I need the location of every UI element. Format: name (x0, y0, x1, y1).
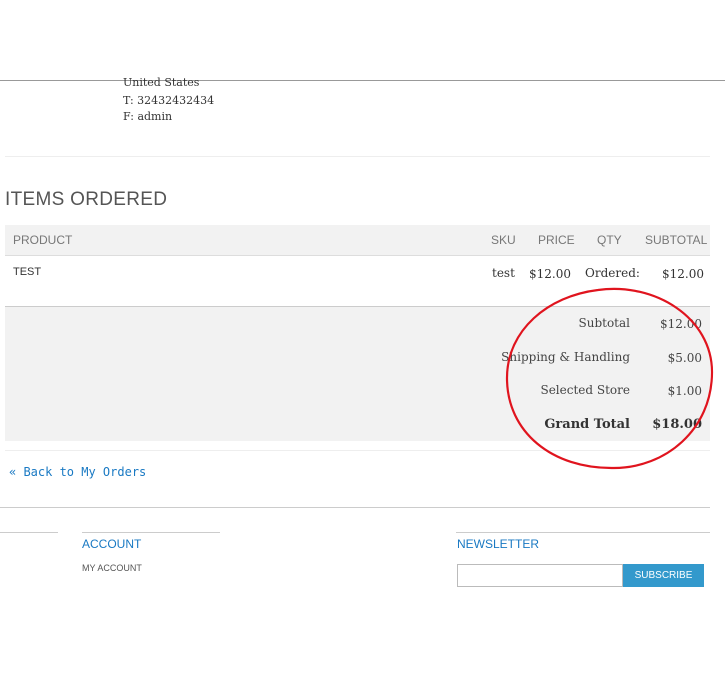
shipping-value: $5.00 (667, 351, 702, 365)
item-subtotal: $12.00 (662, 267, 704, 281)
back-to-orders-link[interactable]: « Back to My Orders (9, 465, 146, 479)
section-divider (5, 156, 710, 157)
item-price: $12.00 (529, 267, 571, 281)
section-divider (5, 450, 710, 451)
subtotal-value: $12.00 (660, 317, 702, 331)
column-header-product: PRODUCT (13, 233, 73, 247)
column-header-sku: SKU (491, 233, 516, 247)
my-account-link[interactable]: MY ACCOUNT (82, 563, 142, 573)
address-country: United States (123, 76, 200, 88)
address-phone: T: 32432432434 (123, 94, 215, 107)
newsletter-email-input[interactable] (457, 564, 623, 587)
column-header-qty: QTY (597, 233, 622, 247)
subscribe-button[interactable]: SUBSCRIBE (623, 564, 704, 587)
footer-account-title: ACCOUNT (82, 537, 142, 551)
item-product-name: TEST (13, 266, 42, 278)
top-divider (0, 80, 725, 81)
selected-store-label: Selected Store (540, 383, 630, 397)
column-header-subtotal: SUBTOTAL (645, 233, 708, 247)
footer-divider (0, 507, 710, 508)
footer-line (456, 532, 710, 533)
footer-line (0, 532, 58, 533)
address-fax: F: admin (123, 110, 173, 123)
grand-total-label: Grand Total (544, 417, 630, 432)
items-ordered-heading: ITEMS ORDERED (5, 189, 168, 210)
selected-store-value: $1.00 (667, 384, 702, 398)
item-sku: test (492, 266, 515, 280)
footer-newsletter-title: NEWSLETTER (457, 537, 540, 551)
shipping-label: Shipping & Handling (501, 350, 630, 364)
item-qty-label: Ordered: (585, 266, 640, 280)
subtotal-label: Subtotal (578, 316, 631, 330)
column-header-price: PRICE (538, 233, 575, 247)
footer-line (82, 532, 220, 533)
grand-total-value: $18.00 (652, 417, 702, 432)
